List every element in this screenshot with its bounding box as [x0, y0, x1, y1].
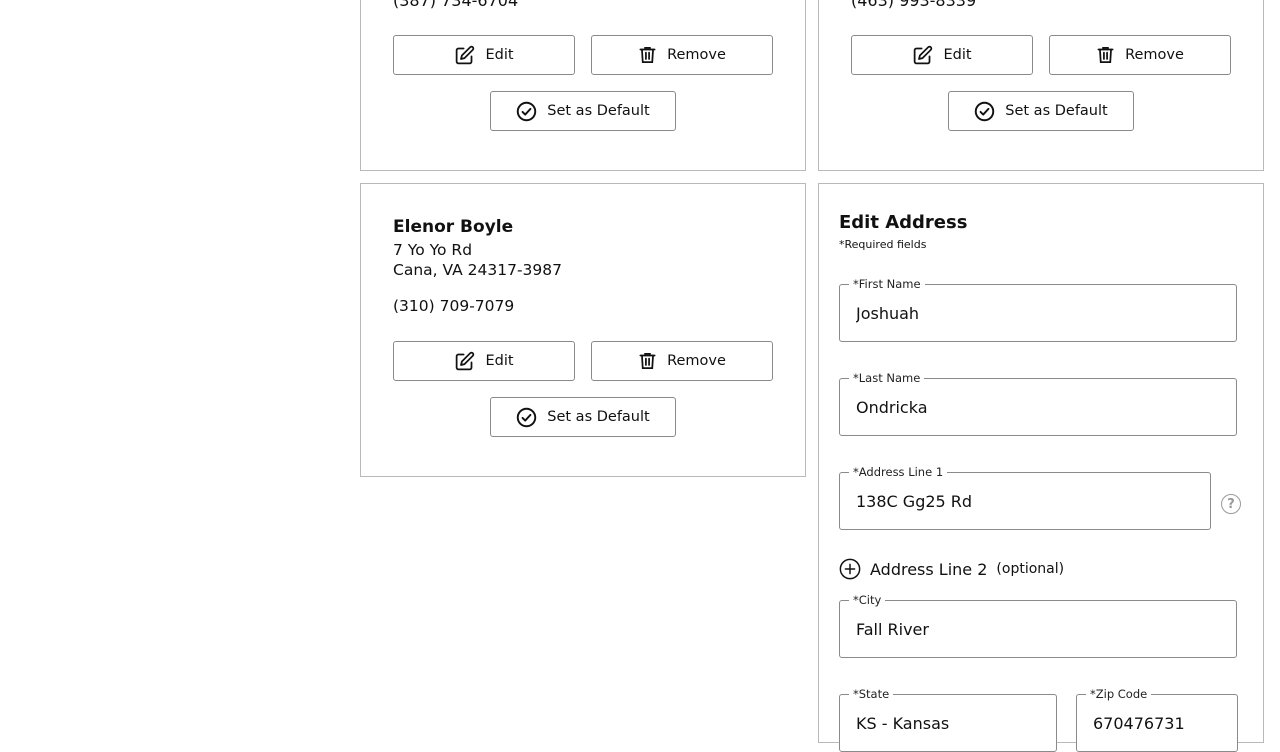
state-value[interactable] [856, 695, 1026, 751]
required-note: *Required fields [839, 238, 927, 251]
address-phone: (387) 734-6704 [393, 0, 519, 10]
edit-button-label: Edit [943, 47, 972, 63]
zip-input[interactable] [1093, 695, 1227, 751]
address-phone: (310) 709-7079 [393, 297, 515, 315]
trash-icon [638, 351, 657, 371]
remove-button-label: Remove [667, 353, 726, 369]
city-input[interactable] [856, 601, 1226, 657]
set-default-button[interactable]: Set as Default [490, 91, 676, 131]
trash-icon [638, 45, 657, 65]
first-name-field: *First Name [839, 277, 1237, 342]
city-field: *City [839, 593, 1237, 658]
last-name-field: *Last Name [839, 371, 1237, 436]
remove-button[interactable]: Remove [591, 35, 773, 75]
set-default-label: Set as Default [1005, 103, 1108, 119]
optional-label: (optional) [996, 561, 1065, 577]
edit-button[interactable]: Edit [393, 341, 575, 381]
set-default-label: Set as Default [547, 103, 650, 119]
last-name-input[interactable] [856, 379, 1226, 435]
set-default-button[interactable]: Set as Default [948, 91, 1134, 131]
set-default-button[interactable]: Set as Default [490, 397, 676, 437]
address-card: (387) 734-6704 Edit Remove Set as Defaul… [360, 0, 806, 171]
edit-button[interactable]: Edit [851, 35, 1033, 75]
plus-circle-icon [839, 558, 861, 580]
address-card: Elenor Boyle 7 Yo Yo Rd Cana, VA 24317-3… [360, 183, 806, 477]
remove-button-label: Remove [1125, 47, 1184, 63]
check-circle-icon [974, 101, 995, 122]
first-name-input[interactable] [856, 285, 1226, 341]
address-card: (463) 993-8339 Edit Remove Set as Defaul… [818, 0, 1264, 171]
address-name: Elenor Boyle [393, 217, 514, 237]
remove-button[interactable]: Remove [1049, 35, 1231, 75]
check-circle-icon [516, 407, 537, 428]
zip-field: *Zip Code [1076, 687, 1238, 752]
address-phone: (463) 993-8339 [851, 0, 977, 10]
help-icon[interactable]: ? [1221, 494, 1241, 514]
edit-icon [912, 45, 933, 66]
check-circle-icon [516, 101, 537, 122]
edit-icon [454, 45, 475, 66]
edit-address-form: Edit Address *Required fields *First Nam… [818, 183, 1264, 752]
form-title: Edit Address [839, 212, 968, 233]
set-default-label: Set as Default [547, 409, 650, 425]
state-select[interactable]: *State [839, 687, 1057, 752]
address-line2-label: Address Line 2 [870, 559, 988, 579]
edit-button[interactable]: Edit [393, 35, 575, 75]
address-city-line: Cana, VA 24317-3987 [393, 261, 562, 279]
edit-button-label: Edit [485, 353, 514, 369]
address-line1-field: *Address Line 1 [839, 465, 1211, 530]
address-street: 7 Yo Yo Rd [393, 241, 473, 259]
edit-icon [454, 351, 475, 372]
edit-button-label: Edit [485, 47, 514, 63]
remove-button[interactable]: Remove [591, 341, 773, 381]
add-address-line2-button[interactable]: Address Line 2 (optional) [839, 558, 1064, 580]
remove-button-label: Remove [667, 47, 726, 63]
trash-icon [1096, 45, 1115, 65]
address-line1-input[interactable] [856, 473, 1200, 529]
